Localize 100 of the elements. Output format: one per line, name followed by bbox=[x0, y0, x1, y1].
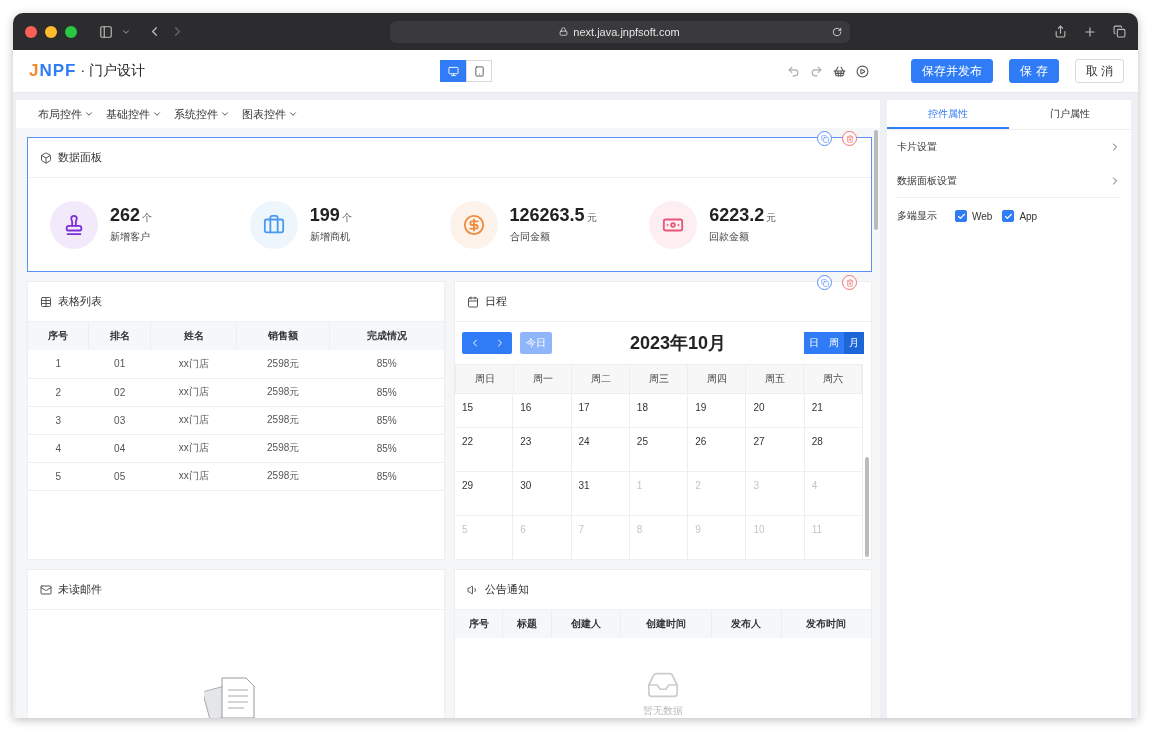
card-title: 未读邮件 bbox=[58, 582, 102, 597]
day-number[interactable]: 17 bbox=[578, 402, 590, 413]
card-title: 表格列表 bbox=[58, 294, 102, 309]
checkbox[interactable]: Web bbox=[955, 210, 993, 222]
day-number[interactable]: 20 bbox=[753, 402, 765, 413]
properties-tab[interactable]: 门户属性 bbox=[1009, 100, 1131, 129]
tabs-icon[interactable] bbox=[1113, 25, 1126, 38]
weekday-header: 周六 bbox=[804, 365, 862, 393]
desktop-view-button[interactable] bbox=[440, 60, 467, 82]
day-number[interactable]: 22 bbox=[462, 436, 474, 447]
table-cell: xx门店 bbox=[150, 378, 237, 406]
preview-icon[interactable] bbox=[856, 64, 870, 78]
card-title: 数据面板 bbox=[58, 150, 102, 165]
weekday-header: 周一 bbox=[514, 365, 572, 393]
trash-icon bbox=[845, 278, 854, 287]
table-cell: 85% bbox=[329, 434, 444, 462]
table-cell: 3 bbox=[28, 406, 89, 434]
day-number[interactable]: 23 bbox=[520, 436, 532, 447]
speaker-icon bbox=[467, 583, 479, 596]
day-number[interactable]: 30 bbox=[520, 480, 532, 491]
day-number[interactable]: 26 bbox=[695, 436, 707, 447]
column-header: 序号 bbox=[28, 322, 89, 350]
copy-button[interactable] bbox=[817, 131, 832, 146]
stat-value: 126263.5 bbox=[509, 205, 585, 225]
table-cell: 2598元 bbox=[237, 378, 330, 406]
card-title: 日程 bbox=[485, 294, 507, 309]
header-button[interactable]: 保存并发布 bbox=[911, 59, 994, 83]
day-number[interactable]: 29 bbox=[462, 480, 474, 491]
sidebar-icon[interactable] bbox=[99, 24, 113, 39]
mobile-view-button[interactable] bbox=[466, 60, 493, 82]
table-cell: 2598元 bbox=[237, 350, 330, 378]
day-number[interactable]: 19 bbox=[695, 402, 707, 413]
column-header: 完成情况 bbox=[329, 322, 444, 350]
day-number[interactable]: 18 bbox=[636, 402, 648, 413]
table-cell: 2598元 bbox=[237, 462, 330, 490]
column-header: 发布人 bbox=[711, 610, 782, 638]
checkbox[interactable]: App bbox=[1002, 210, 1038, 222]
maximize-button[interactable] bbox=[65, 25, 77, 38]
weekday-header: 周四 bbox=[688, 365, 746, 393]
menu-dropdown[interactable]: 基础控件 bbox=[106, 106, 162, 122]
stat-value: 6223.2 bbox=[709, 205, 765, 225]
day-number[interactable]: 27 bbox=[753, 436, 765, 447]
stat-value: 199 bbox=[309, 205, 340, 225]
check-icon bbox=[956, 211, 966, 221]
header-button[interactable]: 取 消 bbox=[1074, 59, 1124, 83]
new-tab-icon[interactable] bbox=[1083, 24, 1097, 39]
day-number[interactable]: 31 bbox=[578, 480, 590, 491]
scrollbar-thumb[interactable] bbox=[865, 457, 869, 557]
stat-unit: 个 bbox=[341, 212, 352, 223]
menu-dropdown[interactable]: 系统控件 bbox=[174, 106, 230, 122]
stat-label: 回款金额 bbox=[709, 230, 751, 244]
chevron-down-icon bbox=[288, 109, 298, 119]
close-button[interactable] bbox=[25, 25, 37, 38]
mail-icon bbox=[40, 583, 52, 596]
stat-unit: 个 bbox=[142, 212, 153, 223]
table-cell: 05 bbox=[88, 462, 151, 490]
stat-label: 新增商机 bbox=[309, 230, 351, 244]
delete-button[interactable] bbox=[842, 131, 857, 146]
column-header: 发布时间 bbox=[781, 610, 871, 638]
day-number[interactable]: 28 bbox=[811, 436, 823, 447]
menu-dropdown[interactable]: 图表控件 bbox=[242, 106, 298, 122]
settings-row[interactable]: 卡片设置 bbox=[897, 130, 1121, 164]
weekday-header: 周三 bbox=[630, 365, 688, 393]
day-number[interactable]: 16 bbox=[520, 402, 532, 413]
redo-icon[interactable] bbox=[810, 64, 824, 78]
properties-tab[interactable]: 控件属性 bbox=[887, 100, 1009, 129]
day-number[interactable]: 15 bbox=[462, 402, 474, 413]
basket-icon[interactable] bbox=[833, 64, 847, 78]
delete-button[interactable] bbox=[842, 275, 857, 290]
share-icon[interactable] bbox=[1054, 25, 1067, 38]
table-cell: xx门店 bbox=[150, 350, 237, 378]
copy-icon bbox=[820, 134, 829, 143]
settings-row[interactable]: 数据面板设置 bbox=[897, 164, 1121, 198]
menu-dropdown[interactable]: 布局控件 bbox=[38, 106, 94, 122]
day-number[interactable]: 25 bbox=[636, 436, 648, 447]
stat-unit: 元 bbox=[586, 212, 597, 223]
day-number[interactable]: 21 bbox=[811, 402, 823, 413]
scrollbar-thumb[interactable] bbox=[874, 130, 878, 230]
logo: JNPF bbox=[29, 61, 77, 81]
address-bar[interactable]: next.java.jnpfsoft.com bbox=[389, 20, 850, 43]
day-number[interactable]: 24 bbox=[578, 436, 590, 447]
stat-value: 262 bbox=[110, 205, 141, 225]
calendar-icon bbox=[467, 295, 479, 308]
trash-icon bbox=[845, 134, 854, 143]
table-cell: xx门店 bbox=[150, 434, 237, 462]
header-button[interactable]: 保 存 bbox=[1009, 59, 1059, 83]
table-cell: xx门店 bbox=[150, 406, 237, 434]
chevron-down-icon bbox=[84, 109, 94, 119]
month-title: 2023年10月 bbox=[628, 332, 728, 355]
column-header: 姓名 bbox=[150, 322, 237, 350]
stat-unit: 元 bbox=[766, 212, 777, 223]
minimize-button[interactable] bbox=[45, 25, 57, 38]
view-tab[interactable]: 月 bbox=[844, 332, 864, 354]
page-title: · 门户设计 bbox=[80, 62, 146, 80]
table-cell: 2598元 bbox=[237, 434, 330, 462]
copy-button[interactable] bbox=[817, 275, 832, 290]
copy-icon bbox=[820, 278, 829, 287]
undo-icon[interactable] bbox=[787, 64, 801, 78]
stat-label: 合同金额 bbox=[509, 230, 551, 244]
field-label: 多端显示 bbox=[897, 209, 937, 223]
